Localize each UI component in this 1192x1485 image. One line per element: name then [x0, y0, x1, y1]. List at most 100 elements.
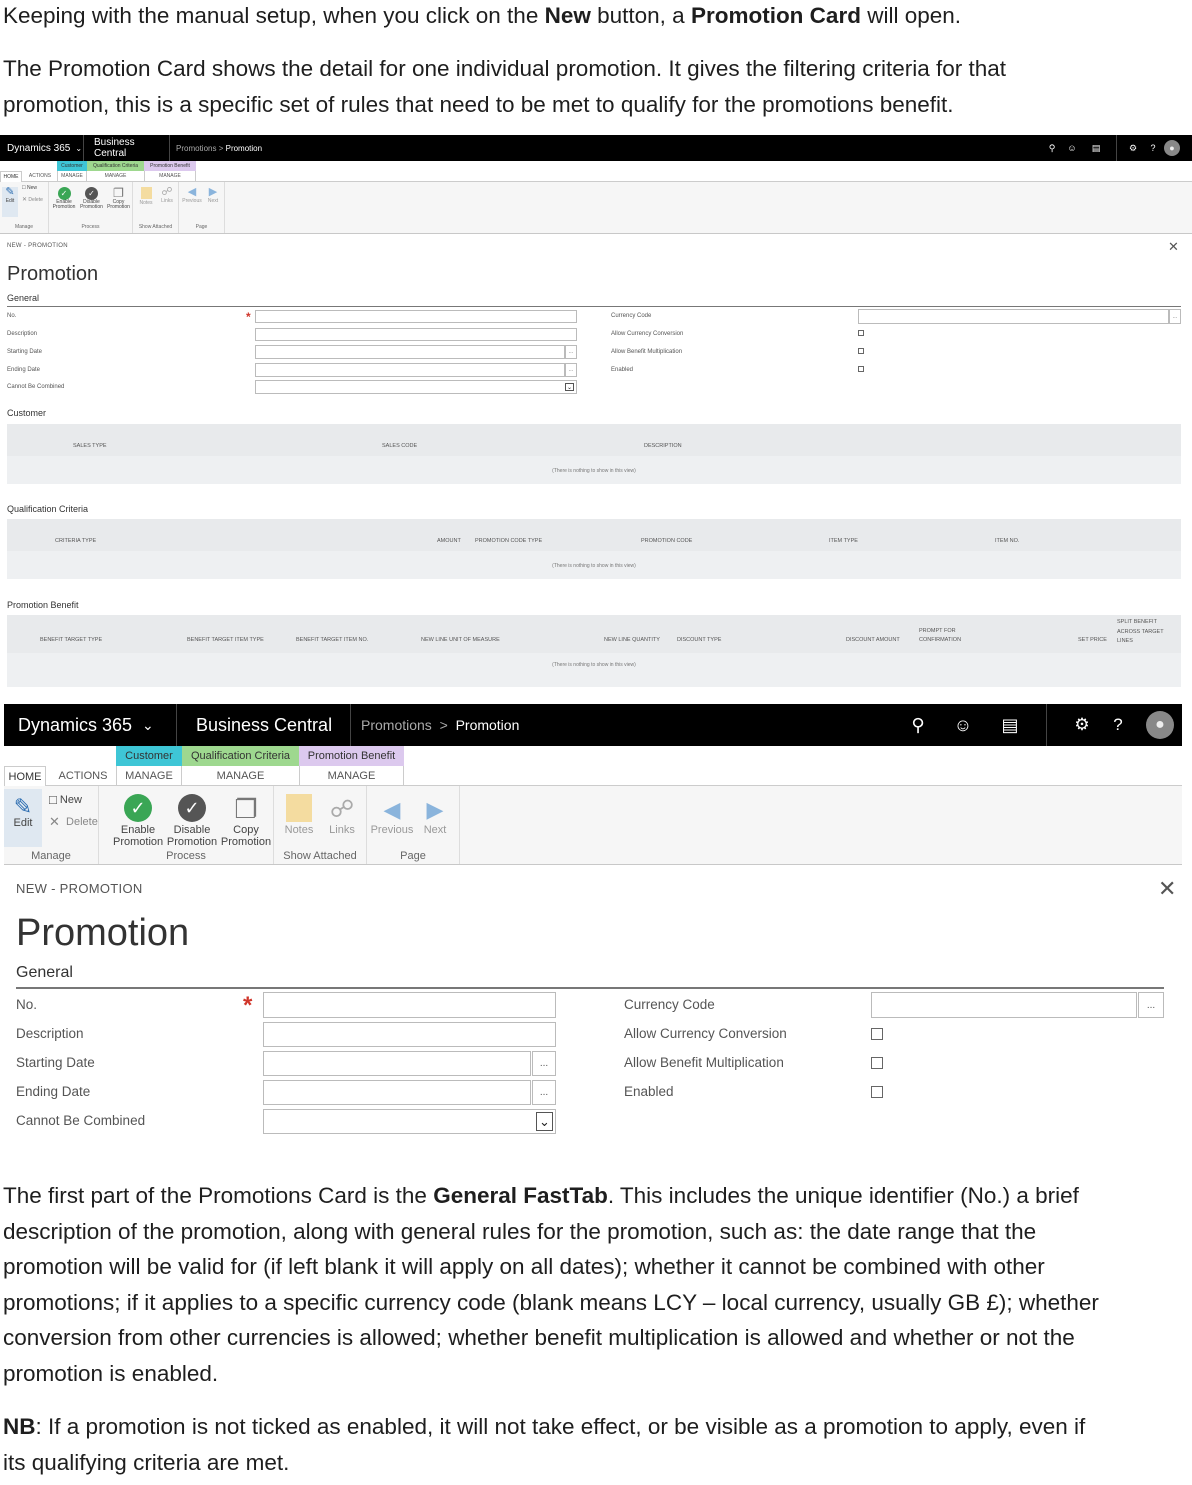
new-button[interactable]: □ New [49, 792, 82, 807]
tab-manage-qualification[interactable]: MANAGE [182, 766, 299, 786]
allow-benefit-multiplication-checkbox[interactable] [858, 348, 864, 354]
tab-manage-customer[interactable]: MANAGE [57, 171, 87, 181]
starting-date-input[interactable] [255, 345, 565, 359]
tab-manage-customer[interactable]: MANAGE [116, 766, 182, 786]
copy-promotion-button[interactable]: ❐ Copy Promotion [220, 794, 272, 848]
currency-code-input[interactable] [858, 309, 1169, 324]
search-icon[interactable]: ⚲ [900, 715, 936, 736]
links-button[interactable]: ☍ Links [323, 794, 361, 837]
column-amount[interactable]: AMOUNT [437, 538, 461, 544]
description-input[interactable] [255, 328, 577, 341]
tab-actions[interactable]: ACTIONS [24, 171, 56, 181]
no-input[interactable] [255, 310, 577, 323]
new-button[interactable]: □ New [22, 185, 37, 191]
next-button[interactable]: ▶ Next [417, 794, 453, 837]
gear-icon[interactable]: ⚙ [1124, 143, 1142, 154]
product-switcher[interactable]: Dynamics 365 ⌄ [0, 135, 84, 161]
column-new-line-unit-of-measure[interactable]: NEW LINE UNIT OF MEASURE [421, 637, 500, 643]
app-name[interactable]: Business Central [177, 704, 351, 746]
tab-home[interactable]: HOME [4, 766, 46, 788]
notes-button[interactable]: Notes [136, 187, 156, 206]
description-input[interactable] [263, 1022, 556, 1047]
allow-currency-conversion-checkbox[interactable] [858, 330, 864, 336]
chat-icon[interactable]: ▤ [990, 715, 1030, 736]
tab-manage-qualification[interactable]: MANAGE [87, 171, 144, 181]
cannot-be-combined-select[interactable]: ⌄ [263, 1109, 556, 1134]
close-icon[interactable]: ✕ [1158, 876, 1176, 902]
help-icon[interactable]: ? [1142, 143, 1164, 153]
app-name[interactable]: Business Central [84, 135, 170, 161]
currency-code-lookup-button[interactable]: ... [1169, 309, 1181, 324]
enabled-checkbox[interactable] [858, 366, 864, 372]
allow-currency-conversion-checkbox[interactable] [871, 1028, 883, 1040]
section-qualification-criteria[interactable]: Qualification Criteria [7, 504, 88, 514]
previous-button[interactable]: ◀ Previous [369, 794, 415, 837]
section-general[interactable]: General [7, 293, 39, 303]
disable-promotion-button[interactable]: ✓ Disable Promotion [79, 187, 104, 211]
gear-icon[interactable]: ⚙ [1066, 715, 1098, 735]
column-benefit-target-item-type[interactable]: BENEFIT TARGET ITEM TYPE [187, 637, 264, 643]
column-discount-amount[interactable]: DISCOUNT AMOUNT [846, 637, 900, 643]
starting-date-picker-button[interactable]: ... [565, 345, 577, 359]
column-benefit-target-item-no[interactable]: BENEFIT TARGET ITEM NO. [296, 637, 368, 643]
product-switcher[interactable]: Dynamics 365 ⌄ [4, 704, 177, 746]
column-sales-code[interactable]: SALES CODE [382, 443, 417, 449]
column-item-type[interactable]: ITEM TYPE [829, 538, 858, 544]
starting-date-picker-button[interactable]: ... [532, 1051, 556, 1076]
column-criteria-type[interactable]: CRITERIA TYPE [55, 538, 96, 544]
avatar-icon[interactable]: ● [1146, 711, 1174, 739]
chat-icon[interactable]: ▤ [1084, 143, 1108, 154]
links-button[interactable]: ☍ Links [157, 186, 177, 204]
smiley-icon[interactable]: ☺ [936, 715, 990, 736]
ending-date-picker-button[interactable]: ... [532, 1080, 556, 1105]
ending-date-input[interactable] [263, 1080, 531, 1105]
ending-date-input[interactable] [255, 363, 565, 377]
edit-button[interactable]: ✎ Edit [4, 789, 42, 847]
tab-manage-benefit[interactable]: MANAGE [144, 171, 196, 181]
column-set-price[interactable]: SET PRICE [1078, 637, 1107, 643]
outro-text: . This includes the unique identifier (N… [607, 1183, 1079, 1208]
disable-promotion-button[interactable]: ✓ Disable Promotion [166, 794, 218, 848]
copy-promotion-button[interactable]: ❐ Copy Promotion [106, 187, 131, 210]
column-promotion-code[interactable]: PROMOTION CODE [641, 538, 692, 544]
cannot-be-combined-select[interactable]: ⌄ [255, 380, 577, 394]
edit-button[interactable]: ✎ Edit [2, 186, 18, 217]
page-title: Promotion [16, 912, 190, 954]
previous-button[interactable]: ◀ Previous [180, 186, 204, 204]
enable-promotion-button[interactable]: ✓ Enable Promotion [113, 794, 163, 848]
currency-code-lookup-button[interactable]: ... [1138, 992, 1164, 1018]
delete-button[interactable]: ✕ Delete [22, 196, 43, 204]
search-icon[interactable]: ⚲ [1044, 143, 1060, 154]
help-icon[interactable]: ? [1098, 715, 1138, 735]
section-promotion-benefit[interactable]: Promotion Benefit [7, 600, 79, 610]
column-promotion-code-type[interactable]: PROMOTION CODE TYPE [475, 538, 542, 544]
currency-code-input[interactable] [871, 992, 1137, 1018]
tab-manage-benefit[interactable]: MANAGE [299, 766, 404, 786]
next-button[interactable]: ▶ Next [204, 186, 222, 204]
delete-button[interactable]: ✕ Delete [49, 814, 98, 830]
breadcrumb-parent[interactable]: Promotions [176, 144, 216, 153]
column-description[interactable]: DESCRIPTION [644, 443, 682, 449]
column-item-no[interactable]: ITEM NO. [995, 538, 1019, 544]
no-input[interactable] [263, 992, 556, 1018]
column-sales-type[interactable]: SALES TYPE [73, 443, 107, 449]
starting-date-input[interactable] [263, 1051, 531, 1076]
avatar-icon[interactable]: ● [1164, 140, 1180, 156]
close-icon[interactable]: ✕ [1168, 239, 1179, 255]
column-new-line-quantity[interactable]: NEW LINE QUANTITY [604, 637, 660, 643]
column-benefit-target-type[interactable]: BENEFIT TARGET TYPE [40, 637, 102, 643]
column-prompt-for-confirmation[interactable]: PROMPT FOR CONFIRMATION [919, 627, 971, 645]
section-customer[interactable]: Customer [7, 408, 46, 418]
notes-button[interactable]: Notes [280, 794, 318, 837]
group-label-manage: Manage [14, 224, 34, 230]
ending-date-picker-button[interactable]: ... [565, 363, 577, 377]
smiley-icon[interactable]: ☺ [1060, 143, 1084, 153]
column-discount-type[interactable]: DISCOUNT TYPE [677, 637, 721, 643]
tab-actions[interactable]: ACTIONS [54, 766, 112, 786]
allow-benefit-multiplication-checkbox[interactable] [871, 1057, 883, 1069]
section-general[interactable]: General [16, 964, 73, 982]
column-split-benefit[interactable]: SPLIT BENEFIT ACROSS TARGET LINES [1117, 618, 1175, 647]
enable-promotion-button[interactable]: ✓ Enable Promotion [52, 187, 76, 211]
breadcrumb-parent[interactable]: Promotions [361, 717, 432, 733]
enabled-checkbox[interactable] [871, 1086, 883, 1098]
